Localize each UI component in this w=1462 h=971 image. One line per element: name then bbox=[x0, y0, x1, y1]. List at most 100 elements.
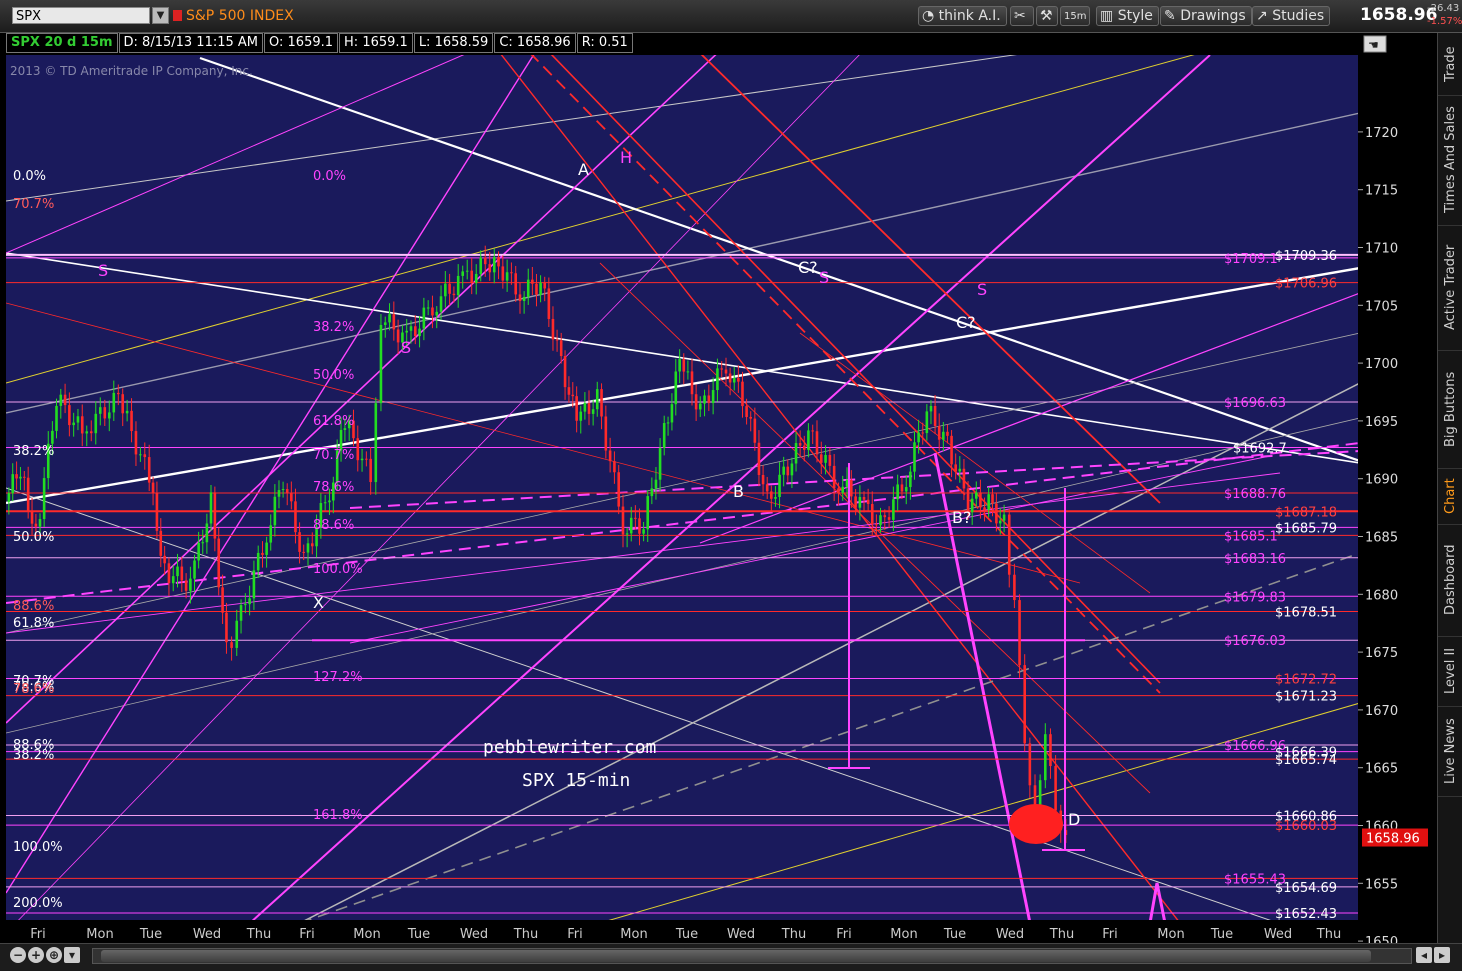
candle-body bbox=[543, 282, 547, 289]
sidebar-tab-chart[interactable]: Chart bbox=[1438, 468, 1462, 525]
chevron-down-icon[interactable]: ▼ bbox=[152, 7, 169, 24]
candle-body bbox=[431, 307, 434, 316]
sidebar-tab-live-news[interactable]: Live News bbox=[1438, 706, 1462, 797]
fib-label-mid: 38.2% bbox=[313, 320, 354, 335]
flag-icon bbox=[173, 10, 182, 21]
candle-body bbox=[143, 454, 147, 458]
candle-body bbox=[38, 519, 42, 527]
candle-body bbox=[68, 405, 71, 426]
candle-body bbox=[1049, 734, 1052, 767]
candle-body bbox=[235, 620, 239, 648]
level-price-label: $1679.83 bbox=[1224, 590, 1286, 605]
candle-body bbox=[130, 410, 133, 432]
candle-body bbox=[879, 515, 882, 526]
x-tick-label: Fri bbox=[30, 927, 46, 942]
candle-body bbox=[125, 410, 129, 414]
zoom-fit-icon[interactable]: ⊕ bbox=[46, 947, 62, 963]
candle-body bbox=[163, 555, 166, 564]
zoom-settings-icon[interactable]: ▾ bbox=[64, 947, 80, 963]
candle-body bbox=[770, 491, 773, 499]
candle-body bbox=[761, 474, 765, 485]
pattern-point-label: D bbox=[1068, 810, 1080, 829]
candle-body bbox=[1028, 743, 1032, 786]
wrench-icon[interactable]: ⚒ bbox=[1036, 6, 1058, 26]
candle-body bbox=[841, 486, 845, 493]
drawings-button[interactable]: ✎ Drawings bbox=[1160, 6, 1252, 26]
scroll-thumb[interactable] bbox=[101, 950, 1371, 962]
sidebar-tab-big-buttons[interactable]: Big Buttons bbox=[1438, 350, 1462, 469]
candle-body bbox=[505, 272, 509, 281]
candle-body bbox=[716, 368, 719, 391]
horizontal-scrollbar[interactable] bbox=[92, 948, 1412, 964]
y-tick-label: 1715 bbox=[1365, 184, 1398, 199]
candle-body bbox=[514, 273, 518, 295]
candle-body bbox=[444, 283, 447, 297]
candle-body bbox=[360, 458, 364, 461]
candle-body bbox=[26, 477, 30, 511]
ruler-icon[interactable]: ✂ bbox=[1010, 6, 1034, 26]
candle-body bbox=[205, 523, 209, 543]
last-price: 1658.96 bbox=[1360, 5, 1438, 25]
candle-body bbox=[917, 432, 920, 443]
candle-body bbox=[328, 500, 331, 503]
candle-body bbox=[670, 404, 674, 423]
candle-body bbox=[845, 479, 849, 487]
x-tick-label: Tue bbox=[1210, 927, 1233, 942]
sidebar-tab-active-trader[interactable]: Active Trader bbox=[1438, 225, 1462, 351]
candle-body bbox=[396, 329, 400, 343]
style-button[interactable]: ▥ Style bbox=[1096, 6, 1159, 26]
candle-body bbox=[63, 394, 67, 406]
studies-button[interactable]: ↗ Studies bbox=[1252, 6, 1331, 26]
fib-label-mid: 70.7% bbox=[313, 448, 354, 463]
candle-body bbox=[189, 578, 192, 591]
candle-body bbox=[909, 471, 912, 488]
scroll-right-icon[interactable]: ▸ bbox=[1434, 947, 1450, 963]
candle-body bbox=[217, 538, 221, 588]
candle-body bbox=[571, 394, 575, 397]
fib-label-left: 61.8% bbox=[13, 616, 54, 631]
interval-button[interactable]: 15m bbox=[1060, 6, 1091, 26]
sidebar-tab-level-ii[interactable]: Level II bbox=[1438, 636, 1462, 707]
candle-body bbox=[798, 443, 802, 446]
zoom-in-icon[interactable]: + bbox=[28, 947, 44, 963]
sidebar-tab-trade[interactable]: Trade bbox=[1438, 33, 1462, 96]
scroll-left-icon[interactable]: ◂ bbox=[1416, 947, 1432, 963]
level-price-label: $1676.03 bbox=[1224, 634, 1286, 649]
y-tick-label: 1690 bbox=[1365, 473, 1398, 488]
x-tick-label: Thu bbox=[246, 927, 271, 942]
candle-body bbox=[629, 517, 633, 534]
candle-body bbox=[461, 271, 465, 276]
x-tick-label: Tue bbox=[675, 927, 698, 942]
think-ai-button[interactable]: ◔ think A.I. bbox=[918, 6, 1007, 26]
pattern-point-label: B? bbox=[952, 508, 971, 527]
candle-body bbox=[724, 369, 728, 374]
symbol-input[interactable]: SPX bbox=[12, 7, 150, 24]
candle-body bbox=[875, 524, 878, 526]
candle-body bbox=[11, 474, 15, 494]
fib-label-left: 70.7% bbox=[13, 197, 54, 212]
pattern-point-label: S bbox=[977, 280, 987, 299]
info-symbol-period[interactable]: SPX 20 d 15m bbox=[6, 33, 118, 53]
candle-body bbox=[642, 529, 645, 534]
sidebar-tab-dashboard[interactable]: Dashboard bbox=[1438, 524, 1462, 637]
candle-body bbox=[89, 431, 93, 434]
candle-body bbox=[547, 288, 551, 319]
sidebar-tab-times-and-sales[interactable]: Times And Sales bbox=[1438, 95, 1462, 226]
y-tick-label: 1655 bbox=[1365, 877, 1398, 892]
candle-body bbox=[107, 412, 111, 419]
x-tick-label: Tue bbox=[407, 927, 430, 942]
level-price-label: $1685.1 bbox=[1224, 529, 1278, 544]
x-tick-label: Thu bbox=[781, 927, 806, 942]
candle-body bbox=[323, 502, 327, 504]
candle-body bbox=[7, 493, 11, 502]
price-chart[interactable]: 0.0% 70.7% 38.2% 50.0% 88.6% 61.8% 70.7% 78.6% 8… bbox=[0, 33, 1437, 943]
candle-body bbox=[42, 478, 46, 520]
x-tick-label: Fri bbox=[836, 927, 852, 942]
level-price-label: $1652.43 bbox=[1275, 907, 1337, 922]
x-tick-label: Wed bbox=[1264, 927, 1292, 942]
level-price-label: $1706.96 bbox=[1275, 277, 1337, 292]
candle-body bbox=[369, 458, 372, 483]
candle-body bbox=[995, 503, 998, 524]
candle-body bbox=[600, 389, 603, 417]
zoom-out-icon[interactable]: − bbox=[10, 947, 26, 963]
